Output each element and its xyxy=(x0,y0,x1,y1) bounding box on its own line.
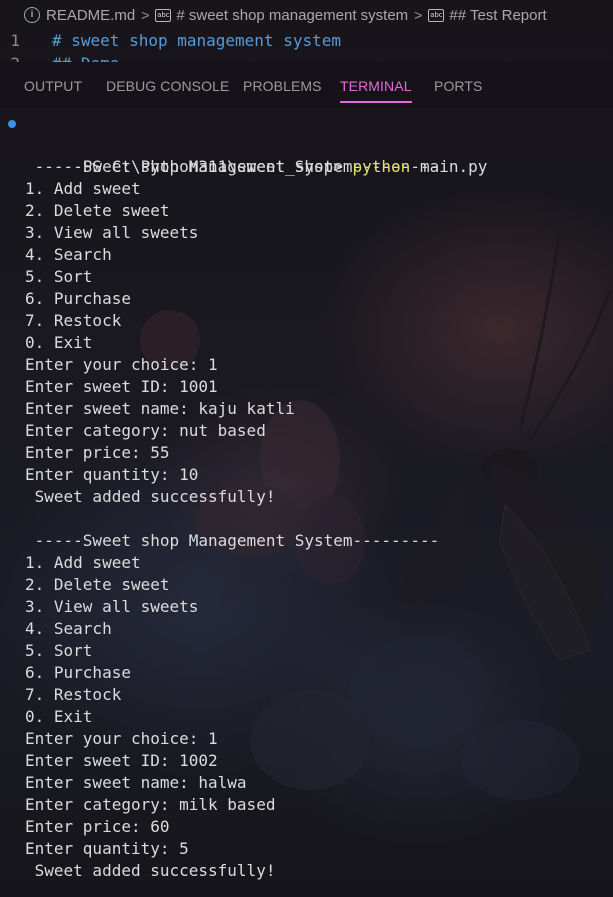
terminal-line: Enter quantity: 10 xyxy=(25,465,199,484)
terminal-line: 3. View all sweets xyxy=(25,223,199,242)
terminal-line: -----Sweet shop Management System-------… xyxy=(25,531,440,550)
editor-line[interactable]: 2 ## Demo xyxy=(0,52,119,63)
chevron-right-icon: > xyxy=(414,7,423,23)
breadcrumb-heading-1[interactable]: abc # sweet shop management system xyxy=(155,7,408,24)
terminal-line: 4. Search xyxy=(25,619,112,638)
terminal-line: 3. View all sweets xyxy=(25,597,199,616)
breadcrumb-heading-2-label: ## Test Report xyxy=(449,6,547,24)
terminal-line: Enter sweet name: kaju katli xyxy=(25,399,295,418)
terminal-line: 1. Add sweet xyxy=(25,179,141,198)
heading-symbol-icon: abc xyxy=(155,8,172,22)
panel-tabs: OUTPUT DEBUG CONSOLE PROBLEMS TERMINAL P… xyxy=(0,62,613,108)
terminal-prompt-line: PS C:\Python311\sweet_shop> python main.… xyxy=(0,112,613,176)
terminal-line: Enter your choice: 1 xyxy=(25,729,218,748)
terminal-line: Enter sweet name: halwa xyxy=(25,773,247,792)
tab-debug-console[interactable]: DEBUG CONSOLE xyxy=(106,78,229,94)
terminal-line: Enter sweet ID: 1002 xyxy=(25,751,218,770)
breadcrumb-heading-2[interactable]: abc ## Test Report xyxy=(428,6,547,24)
terminal-line: Enter your choice: 1 xyxy=(25,355,218,374)
breadcrumb-file-label: README.md xyxy=(46,6,136,24)
terminal-line: 5. Sort xyxy=(25,641,93,660)
terminal-line: -----Sweet shop Management System-------… xyxy=(25,157,440,176)
terminal-output[interactable]: PS C:\Python311\sweet_shop> python main.… xyxy=(0,112,613,882)
info-icon: i xyxy=(24,7,40,23)
terminal-line: 6. Purchase xyxy=(25,663,131,682)
command-status-dot-icon[interactable] xyxy=(8,120,16,128)
tab-ports[interactable]: PORTS xyxy=(434,78,482,94)
line-text: # sweet shop management system xyxy=(52,30,341,50)
terminal-line: 7. Restock xyxy=(25,311,122,330)
breadcrumb-file[interactable]: i README.md xyxy=(24,7,135,24)
chevron-right-icon: > xyxy=(141,7,150,23)
terminal-line: Enter category: nut based xyxy=(25,421,266,440)
terminal-line: 2. Delete sweet xyxy=(25,201,170,220)
terminal-line: Sweet added successfully! xyxy=(25,487,276,506)
editor-line[interactable]: 1 # sweet shop management system xyxy=(0,29,341,51)
terminal-line: Enter quantity: 5 xyxy=(25,839,189,858)
tab-terminal[interactable]: TERMINAL xyxy=(340,78,412,103)
line-text: ## Demo xyxy=(52,54,119,63)
editor-pane[interactable]: 1 # sweet shop management system 2 ## De… xyxy=(0,28,613,63)
terminal-line: 0. Exit xyxy=(25,707,93,726)
terminal-line: 5. Sort xyxy=(25,267,93,286)
terminal-line: 4. Search xyxy=(25,245,112,264)
terminal-lines: -----Sweet shop Management System-------… xyxy=(0,134,613,882)
tab-problems[interactable]: PROBLEMS xyxy=(243,78,322,94)
breadcrumb-heading-1-label: # sweet shop management system xyxy=(176,6,409,24)
terminal-line: 7. Restock xyxy=(25,685,122,704)
terminal-line: Enter sweet ID: 1001 xyxy=(25,377,218,396)
breadcrumb: i README.md > abc # sweet shop managemen… xyxy=(0,0,613,30)
terminal-line: Enter price: 60 xyxy=(25,817,170,836)
terminal-line: Enter price: 55 xyxy=(25,443,170,462)
terminal-line: 2. Delete sweet xyxy=(25,575,170,594)
tab-output[interactable]: OUTPUT xyxy=(24,78,82,94)
terminal-line: Enter category: milk based xyxy=(25,795,276,814)
line-number: 1 xyxy=(10,30,20,50)
terminal-line: 0. Exit xyxy=(25,333,93,352)
terminal-line: Sweet added successfully! xyxy=(25,861,276,880)
heading-symbol-icon: abc xyxy=(428,8,445,22)
terminal-line: 1. Add sweet xyxy=(25,553,141,572)
line-number: 2 xyxy=(0,54,52,63)
terminal-line: 6. Purchase xyxy=(25,289,131,308)
